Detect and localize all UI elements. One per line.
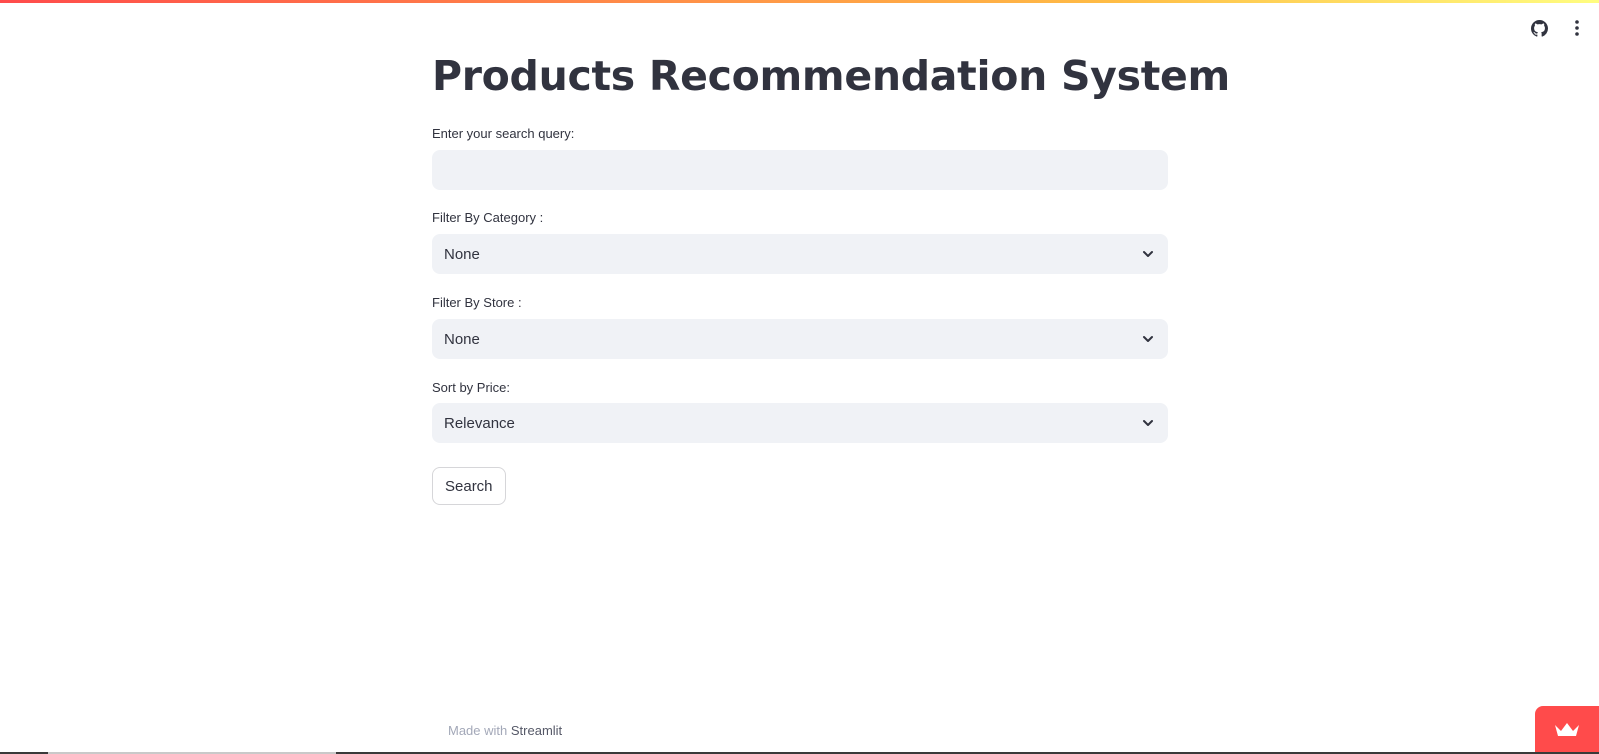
page-title: Products Recommendation System	[432, 52, 1230, 100]
search-button[interactable]: Search	[432, 467, 506, 505]
search-query-label: Enter your search query:	[432, 126, 575, 141]
footer: Made with Streamlit	[448, 723, 562, 738]
store-filter-label: Filter By Store :	[432, 295, 522, 310]
category-select[interactable]: None	[432, 234, 1168, 274]
chevron-down-icon	[1140, 415, 1156, 431]
github-icon[interactable]	[1525, 14, 1553, 42]
decoration-bar	[0, 0, 1599, 3]
sort-price-label: Sort by Price:	[432, 380, 511, 395]
chevron-down-icon	[1140, 331, 1156, 347]
store-select[interactable]: None	[432, 319, 1168, 359]
footer-brand-link[interactable]: Streamlit	[511, 723, 562, 738]
sort-selected-value: Relevance	[444, 414, 515, 432]
footer-prefix: Made with	[448, 723, 511, 738]
streamlit-crown-icon[interactable]	[1535, 706, 1599, 754]
kebab-menu-icon[interactable]	[1563, 14, 1591, 42]
category-filter-label: Filter By Category :	[432, 210, 544, 225]
store-selected-value: None	[444, 330, 480, 348]
top-right-toolbar	[1525, 14, 1591, 42]
sort-select[interactable]: Relevance	[432, 403, 1168, 443]
chevron-down-icon	[1140, 246, 1156, 262]
category-selected-value: None	[444, 245, 480, 263]
search-input[interactable]	[432, 150, 1168, 190]
